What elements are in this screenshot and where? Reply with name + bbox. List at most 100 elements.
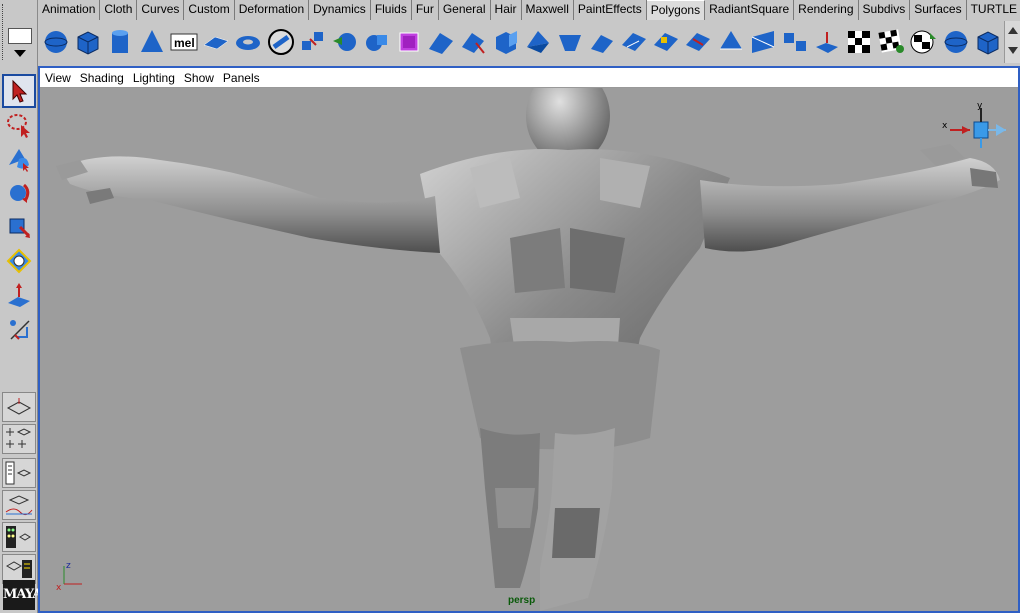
duplicate-face-icon[interactable] — [619, 26, 650, 59]
shelf-tab-fluids[interactable]: Fluids — [370, 0, 412, 20]
shelf-tab-general[interactable]: General — [438, 0, 491, 20]
bevel-icon[interactable] — [522, 26, 553, 59]
shelf-menu-swatch[interactable] — [8, 28, 32, 44]
axis-z-label: z — [66, 562, 71, 571]
mel-script-icon[interactable]: mel — [169, 26, 200, 59]
append-polygon-icon[interactable] — [426, 26, 457, 59]
cleanup-icon[interactable] — [844, 26, 875, 59]
triangulate-icon[interactable] — [747, 26, 778, 59]
shelf-tab-hair[interactable]: Hair — [490, 0, 522, 20]
shelf-tab-surfaces[interactable]: Surfaces — [910, 0, 967, 20]
axis-x-label: x — [56, 583, 62, 592]
perspective-panel[interactable]: View Shading Lighting Show Panels x y z … — [38, 66, 1020, 613]
hypershade-layout-icon[interactable] — [2, 522, 36, 552]
shelf-tab-cloth[interactable]: Cloth — [100, 0, 138, 20]
axis-gizmo: z x — [54, 561, 84, 593]
combine-icon[interactable] — [297, 26, 328, 59]
shelf-tab-maxwell[interactable]: Maxwell — [521, 0, 574, 20]
poly-pipe-icon[interactable] — [265, 26, 296, 59]
mel-label: mel — [174, 36, 195, 50]
shelf-tab-label: Fluids — [374, 2, 407, 16]
shelf-tab-label: Curves — [141, 2, 180, 16]
camera-name-label: persp — [508, 595, 536, 606]
poke-face-icon[interactable] — [586, 26, 617, 59]
shelf-tab-label: General — [442, 2, 486, 16]
view-cube-y-label: y — [977, 102, 983, 111]
shelf-menu-dropdown-icon[interactable] — [14, 50, 26, 57]
shelf-tab-polygons[interactable]: Polygons — [646, 0, 706, 20]
shelf-tab-fur[interactable]: Fur — [411, 0, 439, 20]
shelf-tab-dynamics[interactable]: Dynamics — [309, 0, 371, 20]
split-polygon-icon[interactable] — [458, 26, 489, 59]
graph-editor-layout-icon[interactable] — [2, 490, 36, 520]
shelf-icon-row: mel — [38, 21, 1004, 63]
shelf-tab-custom[interactable]: Custom — [184, 0, 235, 20]
panel-menu-show[interactable]: Show — [184, 71, 214, 85]
outliner-layout-icon[interactable] — [2, 458, 36, 488]
quadrangulate-icon[interactable] — [779, 26, 810, 59]
shelf-tab-rendering[interactable]: Rendering — [794, 0, 859, 20]
panel-menu-shading[interactable]: Shading — [80, 71, 124, 85]
rotate-tool-icon[interactable] — [2, 210, 36, 244]
extract-icon[interactable] — [651, 26, 682, 59]
view-cube[interactable]: x y — [940, 101, 1014, 158]
shelf-tab-label: RadiantSquare — [709, 2, 790, 16]
smooth-proxy-icon[interactable] — [394, 26, 425, 59]
shelf-tab-label: PaintEffects — [577, 2, 642, 16]
extrude-face-icon[interactable] — [490, 26, 521, 59]
soft-mod-icon[interactable] — [2, 312, 36, 346]
shelf-tab-label: TURTLE — [970, 2, 1018, 16]
shelf-tab-deformation[interactable]: Deformation — [234, 0, 310, 20]
panel-menu-view[interactable]: View — [45, 71, 71, 85]
shelf-tab-label: Deformation — [238, 2, 305, 16]
wedge-face-icon[interactable] — [554, 26, 585, 59]
move-tool-icon[interactable] — [2, 176, 36, 210]
poly-cube-icon[interactable] — [72, 26, 103, 59]
paint-select-icon[interactable] — [2, 142, 36, 176]
shelf-tab-label: Surfaces — [914, 2, 962, 16]
reduce-icon[interactable] — [811, 26, 842, 59]
poly-cone-icon[interactable] — [136, 26, 167, 59]
uv-texture-editor-icon[interactable] — [908, 26, 939, 59]
four-pane-layout-icon[interactable] — [2, 424, 36, 454]
lasso-select-icon[interactable] — [2, 108, 36, 142]
shelf-scroll-down-icon[interactable] — [1008, 47, 1018, 54]
panel-menu-bar: View Shading Lighting Show Panels — [40, 68, 1018, 88]
shelf-tab-turtle[interactable]: TURTLE — [966, 0, 1020, 20]
shelf-tab-label: Rendering — [798, 2, 854, 16]
shelf-tab-curves[interactable]: Curves — [137, 0, 185, 20]
shelf-scroll-up-icon[interactable] — [1008, 27, 1018, 34]
poly-sphere-icon[interactable] — [40, 26, 71, 59]
separate-icon[interactable] — [361, 26, 392, 59]
shelf-tab-label: Maxwell — [525, 2, 569, 16]
maya-logo: MAYA — [3, 580, 42, 610]
status-corner — [0, 0, 38, 66]
shelf-tab-subdivs[interactable]: Subdivs — [858, 0, 911, 20]
poly-plane-icon[interactable] — [201, 26, 232, 59]
single-pane-layout-icon[interactable] — [2, 392, 36, 422]
universal-manipulator-icon[interactable] — [2, 278, 36, 312]
poly-torus-icon[interactable] — [233, 26, 264, 59]
uv-planar-icon[interactable] — [876, 26, 907, 59]
shelf-tab-label: Custom — [188, 2, 230, 16]
drag-handle[interactable] — [2, 4, 5, 60]
shelf-tab-radiantsquare[interactable]: RadiantSquare — [705, 0, 795, 20]
shelf-scrollbar[interactable] — [1004, 21, 1020, 63]
merge-vertices-icon[interactable] — [683, 26, 714, 59]
uv-auto-icon[interactable] — [972, 26, 1003, 59]
fill-hole-icon[interactable] — [715, 26, 746, 59]
shelf-tab-label: Subdivs — [862, 2, 906, 16]
shelf-tab-animation[interactable]: Animation — [38, 0, 101, 20]
shelf-tab-label: Dynamics — [313, 2, 366, 16]
viewport-canvas[interactable]: x y z x persp — [40, 88, 1018, 611]
poly-cylinder-icon[interactable] — [104, 26, 135, 59]
character-model[interactable] — [40, 88, 1018, 611]
checker-map-icon[interactable] — [940, 26, 971, 59]
toolbox: MAYA — [0, 66, 42, 613]
scale-tool-icon[interactable] — [2, 244, 36, 278]
select-arrow-icon[interactable] — [2, 74, 36, 108]
panel-menu-panels[interactable]: Panels — [223, 71, 260, 85]
panel-menu-lighting[interactable]: Lighting — [133, 71, 175, 85]
boolean-icon[interactable] — [329, 26, 360, 59]
shelf-tab-painteffects[interactable]: PaintEffects — [573, 0, 647, 20]
